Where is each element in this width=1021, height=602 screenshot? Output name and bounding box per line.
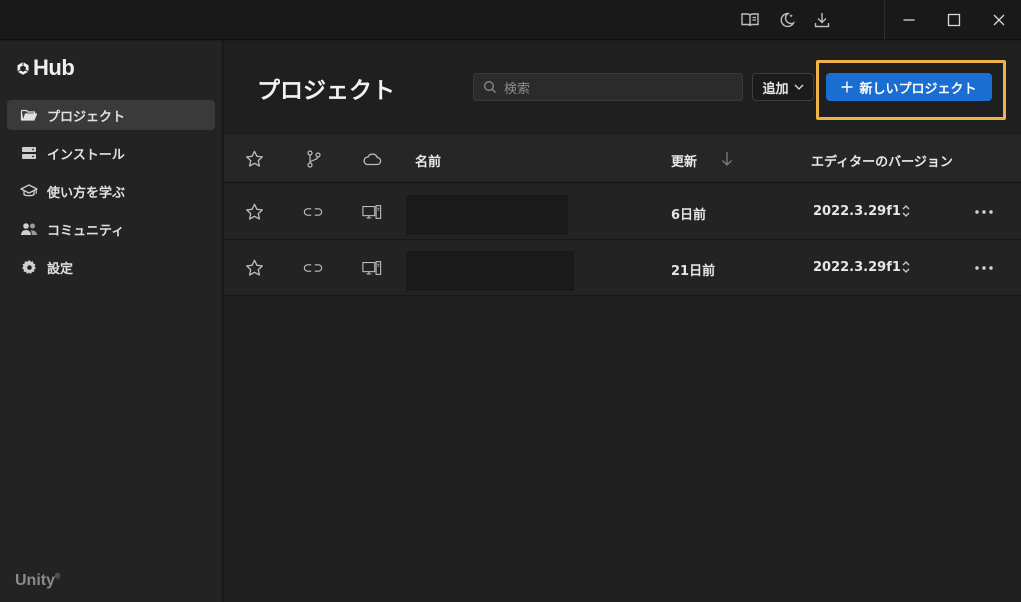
chevron-down-icon bbox=[794, 84, 803, 90]
add-label: 追加 bbox=[762, 81, 789, 97]
favorite-column-star-icon[interactable] bbox=[244, 149, 264, 169]
minimize-button[interactable] bbox=[886, 0, 932, 40]
more-options-icon[interactable] bbox=[973, 202, 995, 222]
hub-logo: Hub bbox=[16, 55, 75, 81]
graduation-cap-icon bbox=[20, 182, 38, 200]
sidebar-item-label: コミュニティ bbox=[47, 223, 125, 239]
add-project-dropdown[interactable]: 追加 bbox=[752, 73, 814, 101]
sidebar-item-learn[interactable]: 使い方を学ぶ bbox=[7, 176, 215, 206]
new-project-label: 新しいプロジェクト bbox=[859, 81, 977, 97]
people-icon bbox=[20, 220, 38, 238]
moon-icon[interactable] bbox=[775, 8, 799, 32]
search-input[interactable]: 検索 bbox=[473, 73, 743, 101]
sidebar-item-community[interactable]: コミュニティ bbox=[7, 214, 215, 244]
page-title: プロジェクト bbox=[257, 78, 395, 104]
star-icon[interactable] bbox=[244, 202, 264, 222]
updated-cell: 6日前 bbox=[671, 208, 707, 223]
plus-icon bbox=[841, 81, 853, 93]
column-header-name[interactable]: 名前 bbox=[415, 151, 441, 170]
server-icon bbox=[20, 144, 38, 162]
local-device-icon bbox=[362, 258, 382, 278]
new-project-button[interactable]: 新しいプロジェクト bbox=[826, 73, 992, 101]
table-header: 名前 更新 エディターのバージョン bbox=[224, 133, 1021, 183]
sidebar-item-projects[interactable]: プロジェクト bbox=[7, 100, 215, 130]
sort-arrow-down-icon[interactable] bbox=[717, 149, 737, 169]
star-icon[interactable] bbox=[244, 258, 264, 278]
sidebar-item-installs[interactable]: インストール bbox=[7, 138, 215, 168]
table-row[interactable]: 6日前 2022.3.29f1 bbox=[224, 184, 1021, 240]
unity-brand-logo: Unity® bbox=[15, 572, 61, 589]
unity-cube-icon bbox=[17, 62, 29, 75]
sidebar-item-label: インストール bbox=[47, 147, 125, 163]
gear-icon bbox=[20, 258, 38, 276]
search-icon bbox=[484, 81, 496, 93]
titlebar-divider bbox=[884, 0, 885, 40]
link-icon bbox=[303, 258, 323, 278]
main-content: プロジェクト 検索 追加 新しいプロジェクト 名前 更新 エディターのバージョン bbox=[224, 41, 1021, 602]
column-header-updated[interactable]: 更新 bbox=[671, 151, 697, 170]
maximize-button[interactable] bbox=[931, 0, 977, 40]
version-select-arrows-icon[interactable] bbox=[900, 200, 912, 222]
sidebar-item-label: 設定 bbox=[47, 261, 74, 277]
redacted-project-name bbox=[406, 251, 574, 291]
editor-version-cell[interactable]: 2022.3.29f1 bbox=[813, 260, 901, 275]
sidebar-item-settings[interactable]: 設定 bbox=[7, 252, 215, 282]
branch-icon[interactable] bbox=[304, 149, 324, 169]
close-icon bbox=[993, 14, 1005, 26]
local-device-icon bbox=[362, 202, 382, 222]
sidebar-nav: プロジェクト インストール 使い方を学ぶ コミュニティ 設定 bbox=[7, 100, 215, 290]
hub-logo-text: Hub bbox=[33, 55, 75, 80]
download-icon[interactable] bbox=[810, 8, 834, 32]
maximize-icon bbox=[947, 13, 961, 27]
version-select-arrows-icon[interactable] bbox=[900, 256, 912, 278]
minimize-icon bbox=[903, 19, 915, 21]
folder-icon bbox=[20, 106, 38, 124]
title-bar bbox=[0, 0, 1021, 40]
table-row[interactable]: 21日前 2022.3.29f1 bbox=[224, 240, 1021, 296]
close-button[interactable] bbox=[976, 0, 1021, 40]
link-icon bbox=[303, 202, 323, 222]
updated-cell: 21日前 bbox=[671, 264, 716, 279]
more-options-icon[interactable] bbox=[973, 258, 995, 278]
column-header-editor-version[interactable]: エディターのバージョン bbox=[811, 151, 953, 170]
cloud-icon[interactable] bbox=[362, 149, 382, 169]
search-placeholder: 検索 bbox=[504, 81, 531, 97]
redacted-project-name bbox=[406, 195, 568, 235]
book-icon[interactable] bbox=[738, 8, 762, 32]
editor-version-cell[interactable]: 2022.3.29f1 bbox=[813, 204, 901, 219]
unity-brand-text: Unity bbox=[15, 572, 55, 589]
sidebar: Hub プロジェクト インストール 使い方を学ぶ コミュニティ 設定 Unity… bbox=[0, 41, 223, 602]
sidebar-item-label: プロジェクト bbox=[47, 109, 126, 125]
sidebar-item-label: 使い方を学ぶ bbox=[47, 185, 126, 201]
